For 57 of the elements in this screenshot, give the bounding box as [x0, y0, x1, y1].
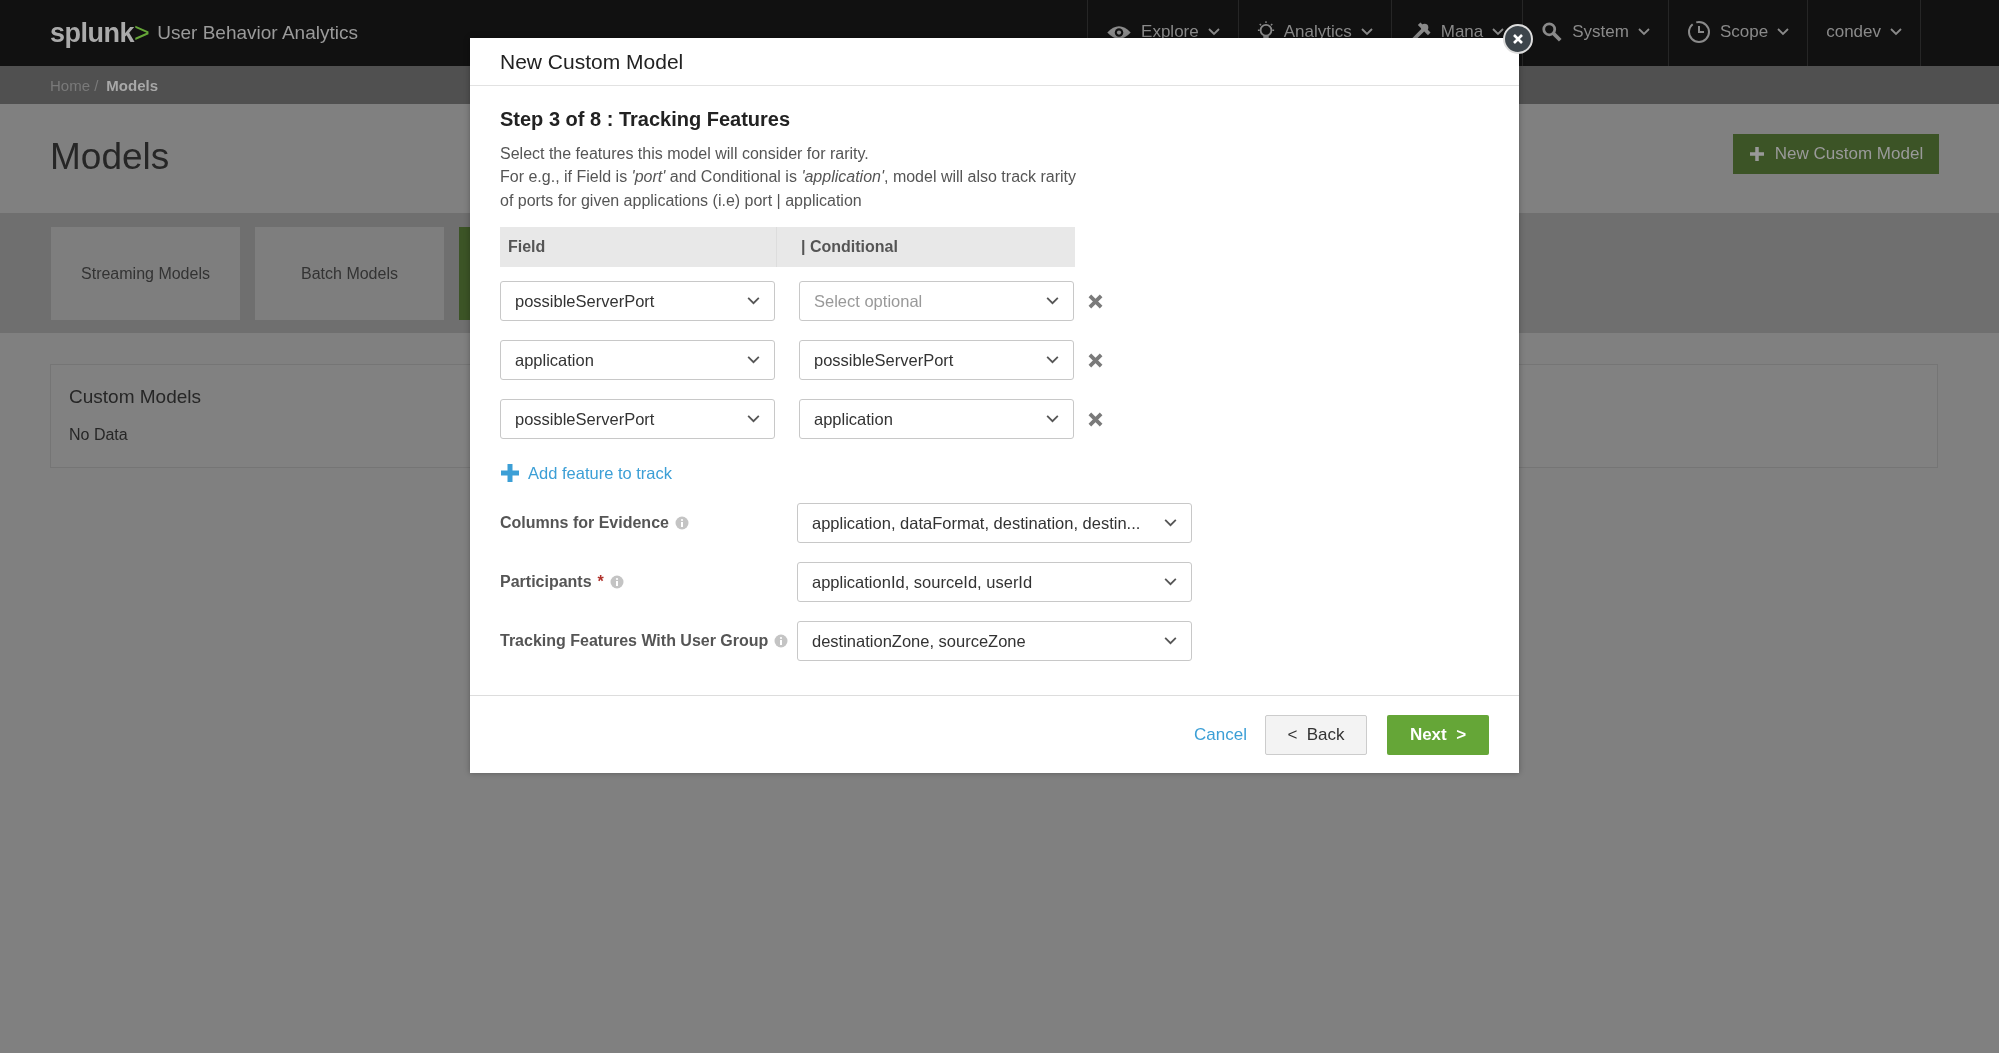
multi-select[interactable]: applicationId, sourceId, userId: [797, 562, 1192, 602]
conditional-select[interactable]: Select optional: [799, 281, 1074, 321]
search-icon: [1541, 21, 1564, 43]
new-custom-model-button[interactable]: New Custom Model: [1733, 134, 1939, 174]
caret-icon: [1890, 28, 1902, 36]
chevron-down-icon: [747, 415, 760, 423]
breadcrumb-item: Models: [106, 76, 159, 94]
chevron-down-icon: [747, 297, 760, 305]
chevron-down-icon: [1046, 415, 1059, 423]
modal-title: New Custom Model: [500, 49, 684, 74]
chevron-down-icon: [1046, 356, 1059, 364]
close-icon: [1512, 33, 1524, 45]
remove-icon[interactable]: [1088, 352, 1103, 368]
field-select[interactable]: possibleServerPort: [500, 281, 775, 321]
step-title: Step 3 of 8 : Tracking Features: [500, 108, 792, 131]
plus-icon: [500, 463, 520, 483]
product-name: User Behavior Analytics: [157, 22, 358, 44]
cancel-link[interactable]: Cancel: [1194, 725, 1247, 745]
tab[interactable]: Batch Models: [255, 227, 444, 320]
field-select[interactable]: possibleServerPort: [500, 399, 775, 439]
caret-icon: [1207, 28, 1220, 36]
description-text: of ports for given applications (i.e) port | application: [500, 191, 862, 211]
remove-icon[interactable]: [1088, 293, 1103, 309]
conditional-select[interactable]: possibleServerPort: [799, 340, 1074, 380]
caret-icon: [1777, 28, 1790, 36]
conditional-select[interactable]: application: [799, 399, 1074, 439]
panel-title: Custom Models: [69, 386, 201, 408]
caret-icon: [1637, 28, 1650, 36]
setting-label: Participants: [500, 573, 592, 591]
multi-select[interactable]: application, dataFormat, destination, destin...: [797, 503, 1192, 543]
chevron-down-icon: [747, 356, 760, 364]
required-mark: *: [597, 573, 604, 591]
page-title: Models: [50, 136, 170, 178]
caret-icon: [1360, 28, 1373, 36]
column-header: Field: [500, 227, 777, 267]
plus-icon: [1748, 146, 1765, 162]
logo[interactable]: splunk>: [50, 17, 150, 49]
multi-select[interactable]: destinationZone, sourceZone: [797, 621, 1192, 661]
chevron-down-icon: [1164, 578, 1177, 586]
column-header: | Conditional: [800, 238, 898, 256]
setting-label: Tracking Features With User Group: [500, 632, 769, 650]
description-text: Select the features this model will consider for rarity.: [500, 144, 869, 164]
tab[interactable]: Streaming Models: [51, 227, 240, 320]
setting-label: Columns for Evidence: [500, 514, 669, 532]
chevron-down-icon: [1164, 637, 1177, 645]
clock-icon: [1686, 20, 1711, 44]
back-button[interactable]: < Back: [1265, 715, 1367, 755]
description-text: For e.g., if Field is 'port' and Conditional is 'application', model will also track rarity: [500, 167, 1077, 187]
field-select[interactable]: application: [500, 340, 775, 380]
eye-icon: [1106, 23, 1133, 41]
remove-icon[interactable]: [1088, 411, 1103, 427]
add-feature-link[interactable]: Add feature to track: [500, 463, 672, 483]
chevron-down-icon: [1046, 297, 1059, 305]
caret-icon: [1492, 28, 1505, 36]
next-button[interactable]: Next >: [1387, 715, 1489, 755]
empty-message: No Data: [69, 426, 128, 444]
chevron-down-icon: [1164, 519, 1177, 527]
